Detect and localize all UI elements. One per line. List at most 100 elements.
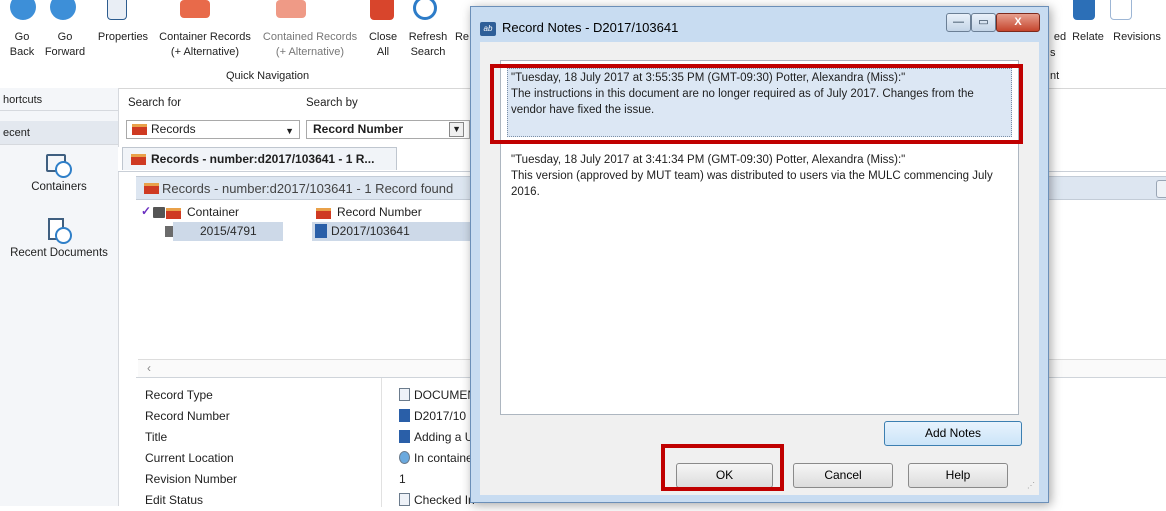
- revisions-label: Revisions: [1113, 31, 1161, 43]
- checkmark-icon[interactable]: ✓: [141, 204, 151, 218]
- minimize-button[interactable]: —: [946, 13, 971, 32]
- properties-label: Properties: [97, 31, 149, 43]
- relate-button[interactable]: Relate: [1069, 30, 1107, 45]
- revisions-button[interactable]: Revisions: [1110, 30, 1164, 45]
- properties-icon: [107, 0, 127, 20]
- property-value: In containe: [414, 451, 473, 465]
- property-label: Title: [145, 430, 168, 444]
- property-label: Revision Number: [145, 472, 238, 486]
- recent-documents-shortcut[interactable]: Recent Documents: [0, 218, 118, 259]
- search-by-label: Search by: [306, 97, 358, 109]
- property-value: Adding a U: [414, 430, 474, 444]
- revisions-icon: [1110, 0, 1132, 20]
- property-label: Record Type: [145, 388, 213, 402]
- help-button[interactable]: Help: [908, 463, 1008, 488]
- cell-container-value: 2015/4791: [200, 224, 257, 238]
- add-notes-button[interactable]: Add Notes: [884, 421, 1022, 446]
- containers-label: Containers: [31, 181, 87, 193]
- records-folder-icon: [132, 124, 147, 135]
- record-number-folder-icon: [316, 208, 331, 219]
- property-value: D2017/10: [414, 409, 467, 423]
- property-value: 1: [399, 472, 406, 486]
- contained-records-button[interactable]: Contained Records (+ Alternative): [257, 30, 363, 60]
- refresh-icon: [413, 0, 437, 20]
- go-forward-label: Go Forward: [44, 31, 86, 58]
- relate-icon: [1073, 0, 1095, 20]
- tab-records-search-label: Records - number:d2017/103641 - 1 R...: [151, 152, 375, 166]
- properties-button[interactable]: Properties: [93, 30, 153, 45]
- close-all-button[interactable]: Close All: [366, 30, 400, 60]
- contained-globe-icon: [276, 0, 306, 18]
- ribbon-sub-label-s: s: [1050, 46, 1056, 61]
- location-icon: [399, 451, 410, 464]
- ed-label: ed: [1053, 31, 1067, 43]
- recent-documents-clock-icon: [46, 218, 72, 244]
- container-globe-icon: [180, 0, 210, 18]
- re-label: Re: [454, 31, 470, 43]
- close-button[interactable]: X: [996, 13, 1040, 32]
- ribbon-sub-label-nt: nt: [1050, 70, 1059, 82]
- property-label: Record Number: [145, 409, 230, 423]
- word-document-icon: [315, 224, 327, 238]
- left-arrow-icon: [10, 0, 36, 20]
- word-document-icon: [399, 409, 410, 422]
- results-header-button[interactable]: [1156, 180, 1166, 198]
- scroll-left-arrow-icon[interactable]: ‹: [147, 361, 151, 375]
- property-label: Edit Status: [145, 493, 204, 507]
- close-x-icon: [370, 0, 394, 20]
- container-records-label: Container Records (+ Alternative): [159, 31, 251, 58]
- search-by-value: Record Number: [313, 122, 404, 136]
- cell-container[interactable]: 2015/4791: [173, 222, 283, 241]
- records-folder-icon: [131, 154, 146, 165]
- go-back-label: Go Back: [9, 31, 35, 58]
- container-records-button[interactable]: Container Records (+ Alternative): [153, 30, 257, 60]
- note-body: This version (approved by MUT team) was …: [511, 170, 993, 198]
- ok-highlight-annotation: [661, 444, 784, 491]
- container-folder-icon: [166, 208, 181, 219]
- right-arrow-icon: [50, 0, 76, 20]
- chevron-down-icon: ▼: [285, 126, 294, 136]
- results-header-text: Records - number:d2017/103641 - 1 Record…: [162, 181, 454, 196]
- recent-header[interactable]: ecent: [0, 121, 118, 145]
- go-forward-button[interactable]: Go Forward: [40, 30, 90, 60]
- property-value: Checked In: [414, 493, 475, 507]
- tree-structure-icon: [153, 207, 165, 218]
- refresh-search-label: Refresh Search: [408, 31, 448, 58]
- note-header: "Tuesday, 18 July 2017 at 3:41:34 PM (GM…: [511, 154, 906, 166]
- chevron-down-icon[interactable]: ▼: [449, 122, 464, 137]
- close-all-label: Close All: [368, 31, 398, 58]
- column-header-container[interactable]: Container: [187, 205, 239, 219]
- containers-clock-icon: [46, 152, 72, 178]
- cell-record-number[interactable]: D2017/103641: [312, 222, 470, 241]
- search-for-dropdown[interactable]: Records ▼: [126, 120, 300, 139]
- re-button[interactable]: Re: [454, 30, 470, 45]
- app-icon: ab: [480, 22, 496, 36]
- ribbon-sub-label-s-text: s: [1050, 47, 1056, 59]
- recent-documents-label: Recent Documents: [10, 247, 108, 259]
- quick-navigation-group-label: Quick Navigation: [226, 70, 310, 82]
- search-by-dropdown[interactable]: Record Number ▼: [306, 120, 470, 139]
- note-highlight-annotation: [490, 64, 1023, 144]
- maximize-button[interactable]: ▭: [971, 13, 996, 32]
- word-document-icon: [399, 430, 410, 443]
- ribbon-sub-label-nt-text: nt: [1050, 70, 1060, 82]
- cell-record-number-value: D2017/103641: [331, 224, 410, 238]
- property-value: DOCUMEN: [414, 388, 476, 402]
- column-header-record-number[interactable]: Record Number: [337, 205, 422, 219]
- refresh-search-button[interactable]: Refresh Search: [404, 30, 452, 60]
- search-for-value: Records: [151, 122, 196, 136]
- containers-shortcut[interactable]: Containers: [0, 152, 118, 193]
- relate-label: Relate: [1072, 31, 1104, 43]
- ed-button[interactable]: ed: [1050, 30, 1070, 45]
- cancel-button[interactable]: Cancel: [793, 463, 893, 488]
- records-folder-icon: [144, 183, 159, 194]
- resize-grip-icon[interactable]: ⋰: [1027, 482, 1037, 493]
- search-for-label: Search for: [128, 97, 182, 109]
- checked-in-icon: [399, 493, 410, 506]
- shortcuts-header[interactable]: hortcuts: [0, 90, 118, 111]
- tab-records-search[interactable]: Records - number:d2017/103641 - 1 R...: [122, 147, 397, 170]
- property-label: Current Location: [145, 451, 234, 465]
- go-back-button[interactable]: Go Back: [4, 30, 40, 60]
- note-item[interactable]: "Tuesday, 18 July 2017 at 3:41:34 PM (GM…: [507, 152, 1012, 200]
- dialog-title: Record Notes - D2017/103641: [502, 20, 679, 35]
